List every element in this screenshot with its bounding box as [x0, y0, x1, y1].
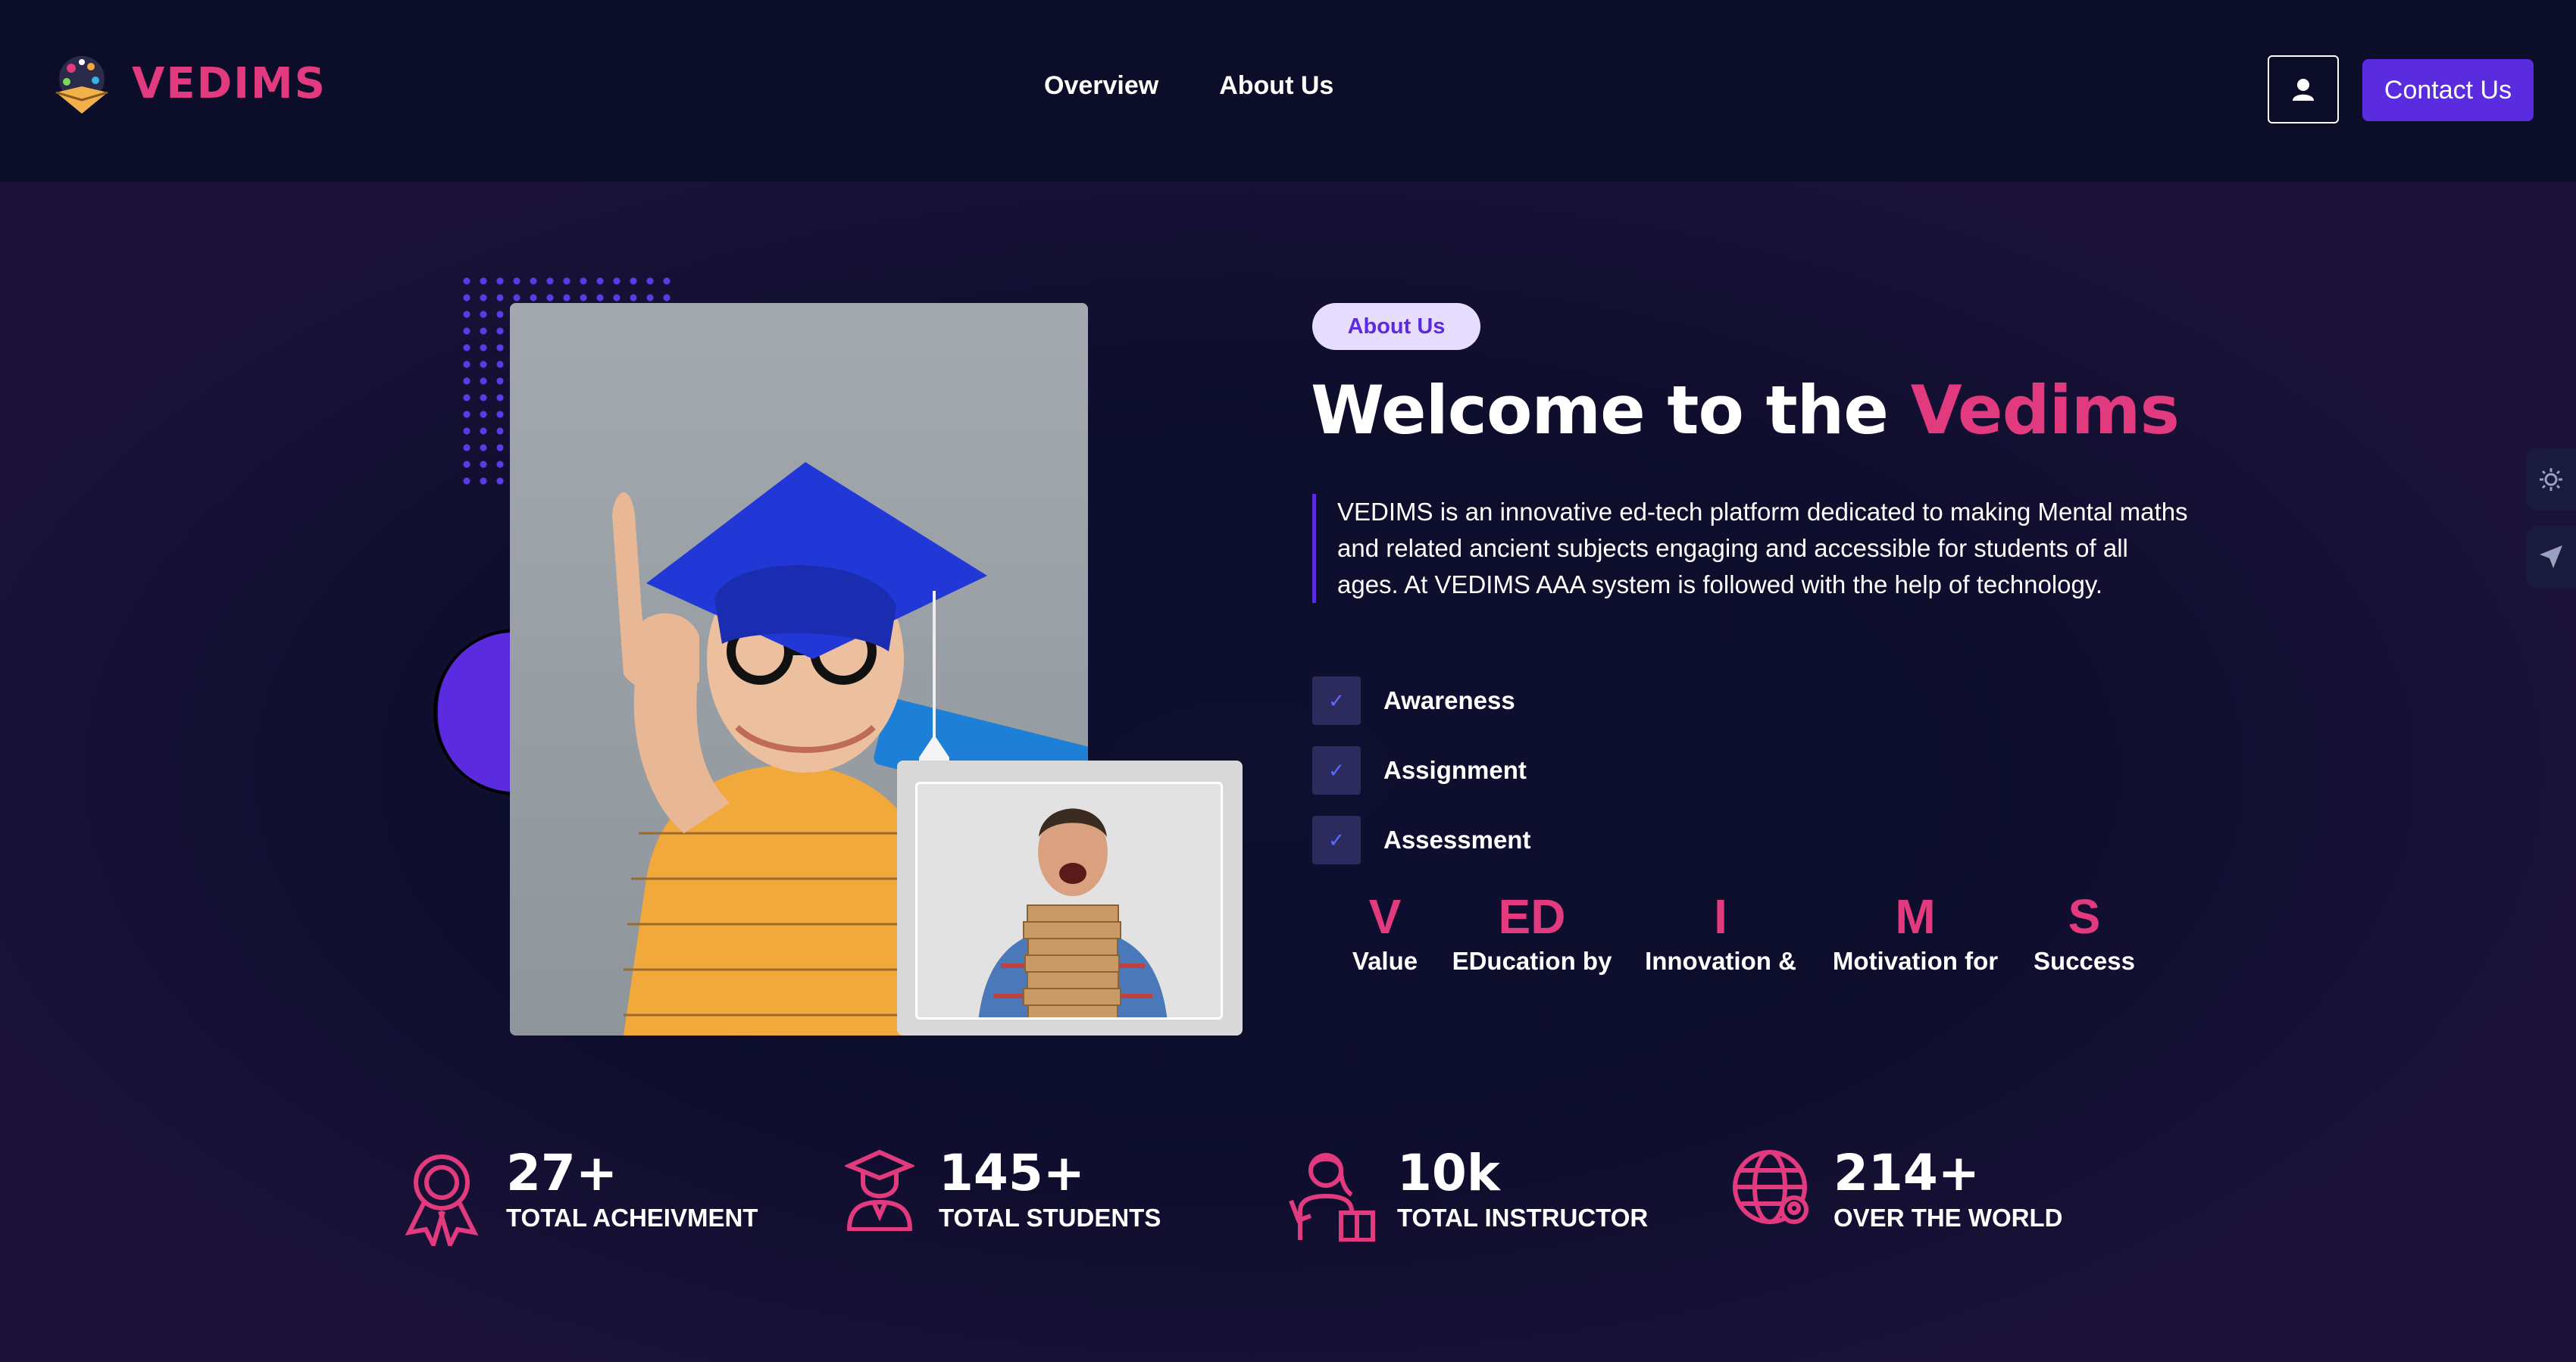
aaa-checklist: ✓ Awareness ✓ Assignment ✓ Assessment — [1312, 676, 1530, 885]
stat-label: TOTAL INSTRUCTOR — [1397, 1204, 1649, 1232]
stat-label: OVER THE WORLD — [1834, 1204, 2063, 1232]
acronym-letter: S — [2068, 889, 2101, 944]
acronym-letter: M — [1895, 889, 1936, 944]
check-icon: ✓ — [1312, 676, 1361, 725]
globe-icon — [1733, 1150, 1809, 1224]
contact-us-button[interactable]: Contact Us — [2362, 59, 2534, 121]
stat-value: 27+ — [506, 1144, 618, 1202]
check-icon: ✓ — [1312, 816, 1361, 864]
acronym-word: Motivation for — [1832, 947, 1999, 975]
student-icon — [845, 1149, 914, 1231]
acronym-letter: I — [1714, 889, 1727, 944]
nav-item-overview[interactable]: Overview — [1044, 71, 1158, 101]
stat-world: 214+ OVER THE WORLD — [1732, 1148, 2063, 1232]
acronym-word: Success — [2034, 947, 2135, 975]
brand-name: VEDIMS — [132, 58, 327, 108]
acronym-letter: ED — [1498, 889, 1566, 944]
teacher-photo — [915, 782, 1223, 1020]
teacher-photo-card — [897, 761, 1243, 1036]
about-description: VEDIMS is an innovative ed-tech platform… — [1312, 494, 2191, 603]
check-icon: ✓ — [1312, 746, 1361, 795]
send-icon — [2540, 545, 2562, 568]
acronym-i: I Innovation & — [1641, 886, 1800, 976]
award-icon — [405, 1154, 479, 1246]
list-item: ✓ Assignment — [1312, 745, 1530, 795]
title-accent: Vedims — [1910, 371, 2180, 449]
list-item: ✓ Awareness — [1312, 676, 1530, 726]
nav-item-about-us[interactable]: About Us — [1219, 71, 1333, 101]
brand-logo[interactable]: VEDIMS — [48, 50, 327, 117]
theme-toggle-button[interactable] — [2526, 448, 2576, 511]
acronym-letter: V — [1368, 889, 1402, 944]
section-tag: About Us — [1312, 303, 1480, 350]
check-label: Assessment — [1383, 826, 1531, 854]
logo-icon — [48, 50, 115, 117]
acronym-v: V Value — [1340, 886, 1430, 976]
acronym-m: M Motivation for — [1824, 886, 2006, 976]
instructor-icon — [1289, 1153, 1375, 1242]
acronym-s: S Success — [2027, 886, 2141, 976]
user-icon — [2293, 79, 2314, 101]
stat-value: 10k — [1397, 1144, 1500, 1202]
acronym-word: Innovation & — [1645, 947, 1796, 975]
stat-achievements: 27+ TOTAL ACHEIVMENT — [402, 1148, 758, 1246]
list-item: ✓ Assessment — [1312, 815, 1530, 865]
stat-students: 145+ TOTAL STUDENTS — [845, 1148, 1161, 1232]
acronym-word: EDucation by — [1452, 947, 1612, 975]
check-label: Awareness — [1383, 686, 1515, 714]
stat-value: 214+ — [1834, 1144, 1980, 1202]
main-nav: Overview About Us — [1044, 71, 1333, 101]
sun-icon — [2540, 468, 2562, 491]
stat-instructors: 10k TOTAL INSTRUCTOR — [1288, 1148, 1648, 1242]
stat-value: 145+ — [939, 1144, 1086, 1202]
user-account-button[interactable] — [2268, 55, 2339, 123]
send-button[interactable] — [2526, 526, 2576, 588]
check-label: Assignment — [1383, 756, 1527, 784]
stat-label: TOTAL ACHEIVMENT — [506, 1204, 758, 1232]
acronym-ed: ED EDucation by — [1449, 886, 1615, 976]
title-prefix: Welcome to the — [1311, 371, 1911, 449]
acronym-word: Value — [1352, 947, 1418, 975]
page-title: Welcome to the Vedims — [1311, 371, 2180, 449]
stat-label: TOTAL STUDENTS — [939, 1204, 1161, 1232]
